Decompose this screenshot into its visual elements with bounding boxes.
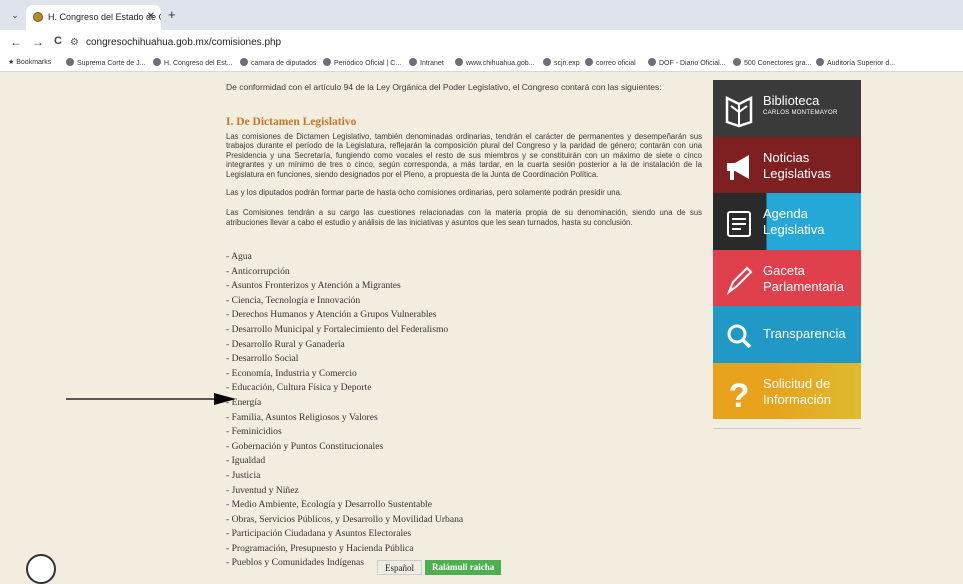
tile-label: Gaceta Parlamentaria	[763, 262, 844, 294]
bookmarks-label[interactable]: ★ Bookmarks	[8, 58, 51, 66]
commission-item[interactable]: - Desarrollo Social	[226, 352, 463, 367]
commission-item[interactable]: - Participación Ciudadana y Asuntos Elec…	[226, 527, 463, 542]
bookmark-item[interactable]: www.chihuahua.gob...	[455, 58, 535, 67]
commission-item[interactable]: - Desarrollo Municipal y Fortalecimiento…	[226, 323, 463, 338]
sidebar: Biblioteca CARLOS MONTEMAYOR Noticias Leg…	[713, 80, 861, 419]
bookmark-item[interactable]: Intranet	[409, 58, 444, 67]
agenda-icon	[727, 211, 751, 237]
bookmarks-bar: ★ Bookmarks Suprema Corte de J... H. Con…	[0, 54, 963, 72]
tile-label: Transparencia	[763, 326, 846, 341]
address-bar: ← → C ⚙ congresochihuahua.gob.mx/comisio…	[0, 30, 963, 54]
url-text: congresochihuahua.gob.mx/comisiones.php	[86, 37, 282, 48]
reload-button[interactable]: C	[54, 35, 62, 47]
bookmark-item[interactable]: Suprema Corte de J...	[66, 58, 145, 67]
back-button[interactable]: ←	[10, 35, 22, 49]
tile-noticias[interactable]: Noticias Legislativas	[713, 136, 861, 193]
svg-text:?: ?	[729, 377, 750, 411]
tile-biblioteca[interactable]: Biblioteca CARLOS MONTEMAYOR	[713, 80, 861, 137]
language-raramuri-button[interactable]: Ralámuli raicha	[425, 560, 502, 575]
commissions-list: - Agua - Anticorrupción - Asuntos Fronteri…	[226, 250, 463, 571]
intro-text: De conformidad con el artículo 94 de la …	[226, 82, 662, 92]
commission-item[interactable]: - Gobernación y Puntos Constitucionales	[226, 440, 463, 455]
tile-agenda[interactable]: Agenda Legislativa	[713, 193, 861, 250]
commission-item[interactable]: - Feminicidios	[226, 425, 463, 440]
question-icon: ?	[729, 377, 750, 411]
commission-item[interactable]: - Familia, Asuntos Religiosos y Valores	[226, 411, 463, 426]
commission-item[interactable]: - Medio Ambiente, Ecología y Desarrollo …	[226, 498, 463, 513]
tile-sublabel: CARLOS MONTEMAYOR	[763, 110, 838, 116]
tile-gaceta[interactable]: Gaceta Parlamentaria	[713, 249, 861, 306]
bookmark-item[interactable]: H. Congreso del Est...	[153, 58, 232, 67]
bookmark-item[interactable]: scjn.exp	[543, 58, 580, 67]
commission-item[interactable]: - Anticorrupción	[226, 265, 463, 280]
commission-item[interactable]: - Desarrollo Rural y Ganadería	[226, 338, 463, 353]
commission-item[interactable]: - Obras, Servicios Públicos, y Desarroll…	[226, 513, 463, 528]
new-tab-button[interactable]: +	[168, 7, 176, 22]
commission-item[interactable]: - Juventud y Niñez	[226, 484, 463, 499]
description-paragraph: Las comisiones de Dictamen Legislativo, …	[226, 132, 702, 179]
description-paragraph: Las y los diputados podrán formar parte …	[226, 188, 623, 198]
description-paragraph: Las Comisiones tendrán a su cargo las cu…	[226, 208, 702, 227]
commission-item[interactable]: - Educación, Cultura Física y Deporte	[226, 381, 463, 396]
tile-label: Biblioteca	[763, 93, 820, 108]
tile-label: Noticias Legislativas	[763, 149, 831, 181]
bookmark-item[interactable]: camara de diputados	[240, 58, 316, 67]
site-settings-icon[interactable]: ⚙	[70, 34, 79, 51]
commission-item[interactable]: - Programación, Presupuesto y Hacienda P…	[226, 542, 463, 557]
search-icon	[727, 324, 752, 349]
sidebar-divider	[713, 428, 861, 429]
section-heading: I. De Dictamen Legislativo	[226, 116, 357, 128]
forward-button[interactable]: →	[32, 35, 44, 49]
commission-item[interactable]: - Asuntos Fronterizos y Atención a Migra…	[226, 279, 463, 294]
tile-label: Solicitud de Información	[763, 375, 831, 407]
bookmark-item[interactable]: correo oficial	[585, 58, 636, 67]
commission-item[interactable]: - Igualdad	[226, 454, 463, 469]
close-tab-icon[interactable]: ✕	[147, 11, 155, 22]
tab-title: H. Congreso del Estado de Chi	[48, 12, 161, 22]
commission-item[interactable]: - Ciencia, Tecnología e Innovación	[226, 294, 463, 309]
bookmark-item[interactable]: 500 Conectores gra...	[733, 58, 811, 67]
language-spanish-button[interactable]: Español	[377, 560, 422, 575]
tab-bar: ⌄ H. Congreso del Estado de Chi ✕ +	[0, 0, 963, 30]
commission-item[interactable]: - Agua	[226, 250, 463, 265]
active-tab[interactable]: H. Congreso del Estado de Chi ✕	[26, 5, 161, 30]
megaphone-icon	[727, 154, 749, 180]
tile-solicitud[interactable]: ? Solicitud de Información	[713, 362, 861, 419]
congress-favicon-icon	[33, 12, 43, 22]
bookmark-item[interactable]: Periódico Oficial | C...	[323, 58, 401, 67]
tile-transparencia[interactable]: Transparencia	[713, 306, 861, 363]
commission-item[interactable]: - Derechos Humanos y Atención a Grupos V…	[226, 308, 463, 323]
library-icon	[725, 95, 753, 128]
bookmark-item[interactable]: Auditoría Superior d...	[816, 58, 895, 67]
tile-label: Agenda Legislativa	[763, 206, 825, 237]
url-field[interactable]: ⚙ congresochihuahua.gob.mx/comisiones.ph…	[70, 34, 281, 51]
commission-item[interactable]: - Economía, Industria y Comercio	[226, 367, 463, 382]
bookmark-item[interactable]: DOF - Diario Oficial...	[648, 58, 726, 67]
accessibility-icon[interactable]	[26, 554, 56, 584]
pen-icon	[726, 266, 753, 295]
commission-item[interactable]: - Justicia	[226, 469, 463, 484]
tab-search-button[interactable]: ⌄	[8, 8, 22, 22]
commission-item[interactable]: - Energía	[226, 396, 463, 411]
annotation-arrow-icon	[66, 393, 236, 405]
main-content: De conformidad con el artículo 94 de la …	[226, 78, 702, 227]
